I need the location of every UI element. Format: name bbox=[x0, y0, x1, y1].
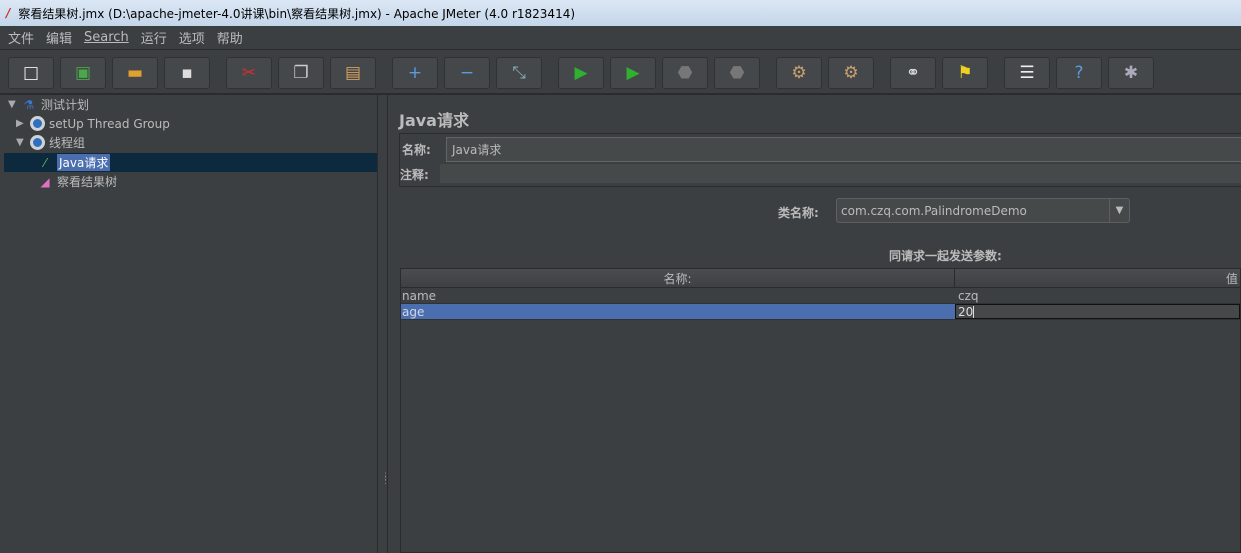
tree-item-label: setUp Thread Group bbox=[49, 116, 170, 131]
pipette-icon: ⁄ bbox=[43, 155, 46, 170]
menu-bar: 文件 编辑 Search 运行 选项 帮助 bbox=[0, 26, 1241, 50]
tree-item-test-plan[interactable]: ▼ ⚗ 测试计划 bbox=[8, 95, 89, 114]
jmeter-logo-icon: / bbox=[6, 6, 11, 20]
test-plan-tree: ▼ ⚗ 测试计划 ▶ setUp Thread Group ▼ 线程组 ⁄ Ja… bbox=[0, 95, 378, 553]
new-icon: □ bbox=[22, 63, 40, 83]
expand-icon: + bbox=[407, 63, 423, 83]
save-icon: ▪ bbox=[181, 63, 193, 83]
table-row[interactable]: name czq bbox=[401, 288, 1240, 304]
table-header: 名称: 值 bbox=[401, 269, 1240, 288]
new-button[interactable]: □ bbox=[8, 57, 54, 89]
flask-icon: ⚗ bbox=[23, 97, 35, 112]
tree-item-java-request[interactable]: ⁄ Java请求 bbox=[36, 153, 111, 172]
tree-item-label: 察看结果树 bbox=[57, 175, 118, 189]
tree-item-label: 线程组 bbox=[49, 136, 86, 150]
remote-button[interactable]: ✱ bbox=[1108, 57, 1154, 89]
tree-item-label: Java请求 bbox=[57, 154, 111, 171]
search-button[interactable]: ⚭ bbox=[890, 57, 936, 89]
save-button[interactable]: ▪ bbox=[164, 57, 210, 89]
menu-edit[interactable]: 编辑 bbox=[46, 28, 72, 47]
help-icon: ? bbox=[1074, 63, 1084, 83]
gear-icon bbox=[28, 116, 46, 131]
param-value-editor[interactable]: 20 bbox=[955, 304, 1240, 319]
menu-file[interactable]: 文件 bbox=[8, 28, 34, 47]
tree-item-thread-group[interactable]: ▼ 线程组 bbox=[16, 133, 85, 152]
menu-options[interactable]: 选项 bbox=[179, 28, 205, 47]
stop-icon: ⬣ bbox=[677, 63, 693, 83]
reset-search-button[interactable]: ⚑ bbox=[942, 57, 988, 89]
window-title: 察看结果树.jmx (D:\apache-jmeter-4.0讲课\bin\察看… bbox=[18, 6, 576, 21]
java-request-panel: Java请求 名称: Java请求 注释: 类名称: com.czq.com.P… bbox=[389, 95, 1241, 553]
search-icon: ⚭ bbox=[905, 63, 921, 83]
panel-title: Java请求 bbox=[399, 111, 469, 130]
clear-all-icon: ⚙ bbox=[843, 63, 859, 83]
toolbar: □ ▣ ▬ ▪ ✂ ❐ ▤ + − ⤡ ▶ ▶ ⬣ ⬣ ⚙ ⚙ ⚭ ⚑ ☰? ✱ bbox=[0, 51, 1241, 95]
column-header-name[interactable]: 名称: bbox=[401, 269, 955, 287]
clear-all-button[interactable]: ⚙ bbox=[828, 57, 874, 89]
paste-icon: ▤ bbox=[344, 63, 362, 83]
start-icon: ▶ bbox=[574, 63, 588, 83]
classname-select[interactable]: com.czq.com.PalindromeDemo ▼ bbox=[836, 198, 1130, 223]
chevron-down-icon[interactable]: ▼ bbox=[1109, 199, 1129, 222]
param-name-cell[interactable]: name bbox=[401, 288, 955, 303]
menu-run[interactable]: 运行 bbox=[141, 28, 167, 47]
expand-arrow-icon[interactable]: ▼ bbox=[8, 99, 20, 110]
comment-label: 注释: bbox=[400, 168, 429, 182]
open-icon: ▬ bbox=[126, 63, 144, 83]
name-label: 名称: bbox=[402, 143, 431, 157]
shutdown-button[interactable]: ⬣ bbox=[714, 57, 760, 89]
open-button[interactable]: ▬ bbox=[112, 57, 158, 89]
collapse-icon: − bbox=[459, 63, 475, 83]
table-row[interactable]: age 20 bbox=[401, 304, 1240, 320]
param-value-cell[interactable]: czq bbox=[955, 288, 1240, 303]
name-input[interactable]: Java请求 bbox=[446, 137, 1241, 162]
chart-icon: ◢ bbox=[40, 174, 50, 189]
cut-button[interactable]: ✂ bbox=[226, 57, 272, 89]
classname-value: com.czq.com.PalindromeDemo bbox=[841, 203, 1027, 218]
cut-icon: ✂ bbox=[241, 63, 257, 83]
remote-icon: ✱ bbox=[1123, 63, 1139, 83]
params-label: 同请求一起发送参数: bbox=[889, 249, 1002, 263]
comment-input[interactable] bbox=[440, 164, 1241, 183]
function-helper-button[interactable]: ☰ bbox=[1004, 57, 1050, 89]
menu-help[interactable]: 帮助 bbox=[217, 28, 243, 47]
text-cursor bbox=[973, 305, 975, 318]
function-helper-icon: ☰ bbox=[1019, 63, 1035, 83]
params-table: 名称: 值 name czq age 20 bbox=[400, 268, 1241, 553]
name-comment-box: 名称: Java请求 注释: bbox=[399, 133, 1241, 187]
classname-label: 类名称: bbox=[778, 206, 819, 220]
start-no-pause-icon: ▶ bbox=[626, 63, 640, 83]
tree-item-view-results-tree[interactable]: ◢ 察看结果树 bbox=[36, 172, 117, 191]
reset-search-icon: ⚑ bbox=[957, 63, 973, 83]
menu-search[interactable]: Search bbox=[84, 30, 129, 45]
toggle-button[interactable]: ⤡ bbox=[496, 57, 542, 89]
collapse-arrow-icon[interactable]: ▶ bbox=[16, 118, 28, 129]
window-title-bar: / 察看结果树.jmx (D:\apache-jmeter-4.0讲课\bin\… bbox=[0, 0, 1241, 26]
clear-icon: ⚙ bbox=[791, 63, 807, 83]
templates-button[interactable]: ▣ bbox=[60, 57, 106, 89]
templates-icon: ▣ bbox=[74, 63, 92, 83]
start-button[interactable]: ▶ bbox=[558, 57, 604, 89]
tree-item-label: 测试计划 bbox=[41, 98, 90, 112]
stop-button[interactable]: ⬣ bbox=[662, 57, 708, 89]
paste-button[interactable]: ▤ bbox=[330, 57, 376, 89]
column-header-value[interactable]: 值 bbox=[955, 269, 1240, 287]
expand-arrow-icon[interactable]: ▼ bbox=[16, 137, 28, 148]
start-no-pause-button[interactable]: ▶ bbox=[610, 57, 656, 89]
clear-button[interactable]: ⚙ bbox=[776, 57, 822, 89]
expand-button[interactable]: + bbox=[392, 57, 438, 89]
help-button[interactable]: ? bbox=[1056, 57, 1102, 89]
copy-button[interactable]: ❐ bbox=[278, 57, 324, 89]
param-name-cell[interactable]: age bbox=[401, 304, 955, 319]
param-value-text: 20 bbox=[958, 304, 974, 319]
tree-item-setup-thread-group[interactable]: ▶ setUp Thread Group bbox=[16, 114, 170, 133]
gear-icon bbox=[28, 135, 46, 150]
collapse-button[interactable]: − bbox=[444, 57, 490, 89]
toggle-icon: ⤡ bbox=[512, 63, 526, 83]
shutdown-icon: ⬣ bbox=[729, 63, 745, 83]
copy-icon: ❐ bbox=[293, 63, 309, 83]
